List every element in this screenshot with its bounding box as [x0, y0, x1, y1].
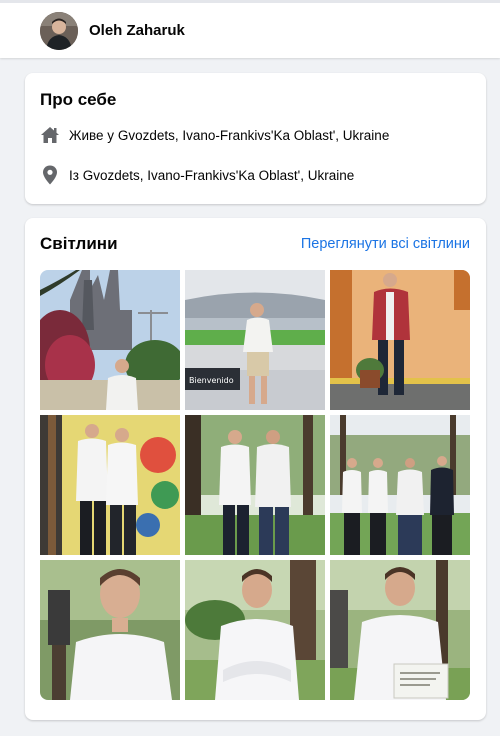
see-all-photos-link[interactable]: Переглянути всі світлини — [301, 236, 470, 252]
lives-in-row: Живе у Gvozdets, Ivano-Frankivs'Ka Oblas… — [40, 125, 389, 145]
from-prefix: Із — [69, 167, 79, 183]
location-pin-icon — [40, 165, 60, 185]
photos-title: Світлини — [40, 234, 118, 253]
photo-thumbnail-2[interactable]: Bienvenido — [185, 270, 325, 410]
photo-grid: Bienvenido — [40, 270, 470, 700]
photo-thumbnail-8[interactable] — [185, 560, 325, 700]
about-title: Про себе — [40, 90, 117, 109]
photo-thumbnail-7[interactable] — [40, 560, 180, 700]
bienvenido-sign: Bienvenido — [189, 376, 234, 385]
about-card: Про себе Живе у Gvozdets, Ivano-Frankivs… — [25, 73, 486, 204]
photo-thumbnail-3[interactable] — [330, 270, 470, 410]
lives-in-place[interactable]: Gvozdets, Ivano-Frankivs'Ka Oblast', Ukr… — [118, 128, 390, 143]
from-place[interactable]: Gvozdets, Ivano-Frankivs'Ka Oblast', Ukr… — [83, 168, 355, 183]
photo-thumbnail-1[interactable] — [40, 270, 180, 410]
photos-card: Світлини Переглянути всі світлини Bienve… — [25, 218, 486, 720]
avatar[interactable] — [40, 11, 78, 50]
home-icon — [40, 125, 60, 145]
from-row: Із Gvozdets, Ivano-Frankivs'Ka Oblast', … — [40, 165, 354, 185]
photo-thumbnail-5[interactable] — [185, 415, 325, 555]
photo-thumbnail-4[interactable] — [40, 415, 180, 555]
profile-header: Oleh Zaharuk — [0, 0, 500, 58]
profile-name[interactable]: Oleh Zaharuk — [89, 22, 185, 39]
photo-thumbnail-6[interactable] — [330, 415, 470, 555]
photo-thumbnail-9[interactable] — [330, 560, 470, 700]
lives-in-prefix: Живе у — [69, 127, 115, 143]
